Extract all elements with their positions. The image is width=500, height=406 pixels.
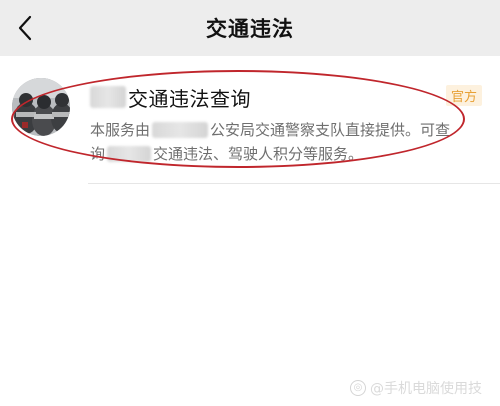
service-description: 本服务由 公安局交通警察支队直接提供。可查 询 交通违法、驾驶人积分等服务。 [90, 118, 485, 166]
service-title: 交通违法查询 [128, 86, 251, 111]
official-badge: 官方 [446, 85, 483, 106]
page-title: 交通违法 [206, 17, 294, 41]
description-text: 公安局交通警察支队直接提供。可查 [210, 121, 451, 139]
description-line-2: 询 交通违法、驾驶人积分等服务。 [90, 142, 485, 166]
service-list-item[interactable]: 交通违法查询 官方 本服务由 公安局交通警察支队直接提供。可查 询 交通违法、驾… [0, 68, 500, 186]
redacted-city-name [90, 86, 126, 108]
avatar [12, 78, 70, 136]
description-text: 本服务由 [90, 121, 151, 139]
service-title-row: 交通违法查询 [90, 82, 251, 112]
list-divider [88, 183, 500, 184]
watermark: ◎ @手机电脑使用技 [350, 378, 482, 398]
top-bar: 交通违法 [0, 0, 500, 56]
redacted-city-name [152, 122, 209, 138]
watermark-text: @手机电脑使用技 [370, 381, 482, 397]
description-line-1: 本服务由 公安局交通警察支队直接提供。可查 [90, 118, 485, 142]
watermark-logo-icon: ◎ [350, 380, 366, 396]
description-text: 交通违法、驾驶人积分等服务。 [153, 145, 364, 163]
description-text: 询 [90, 145, 106, 163]
redacted-city-name [107, 146, 152, 162]
